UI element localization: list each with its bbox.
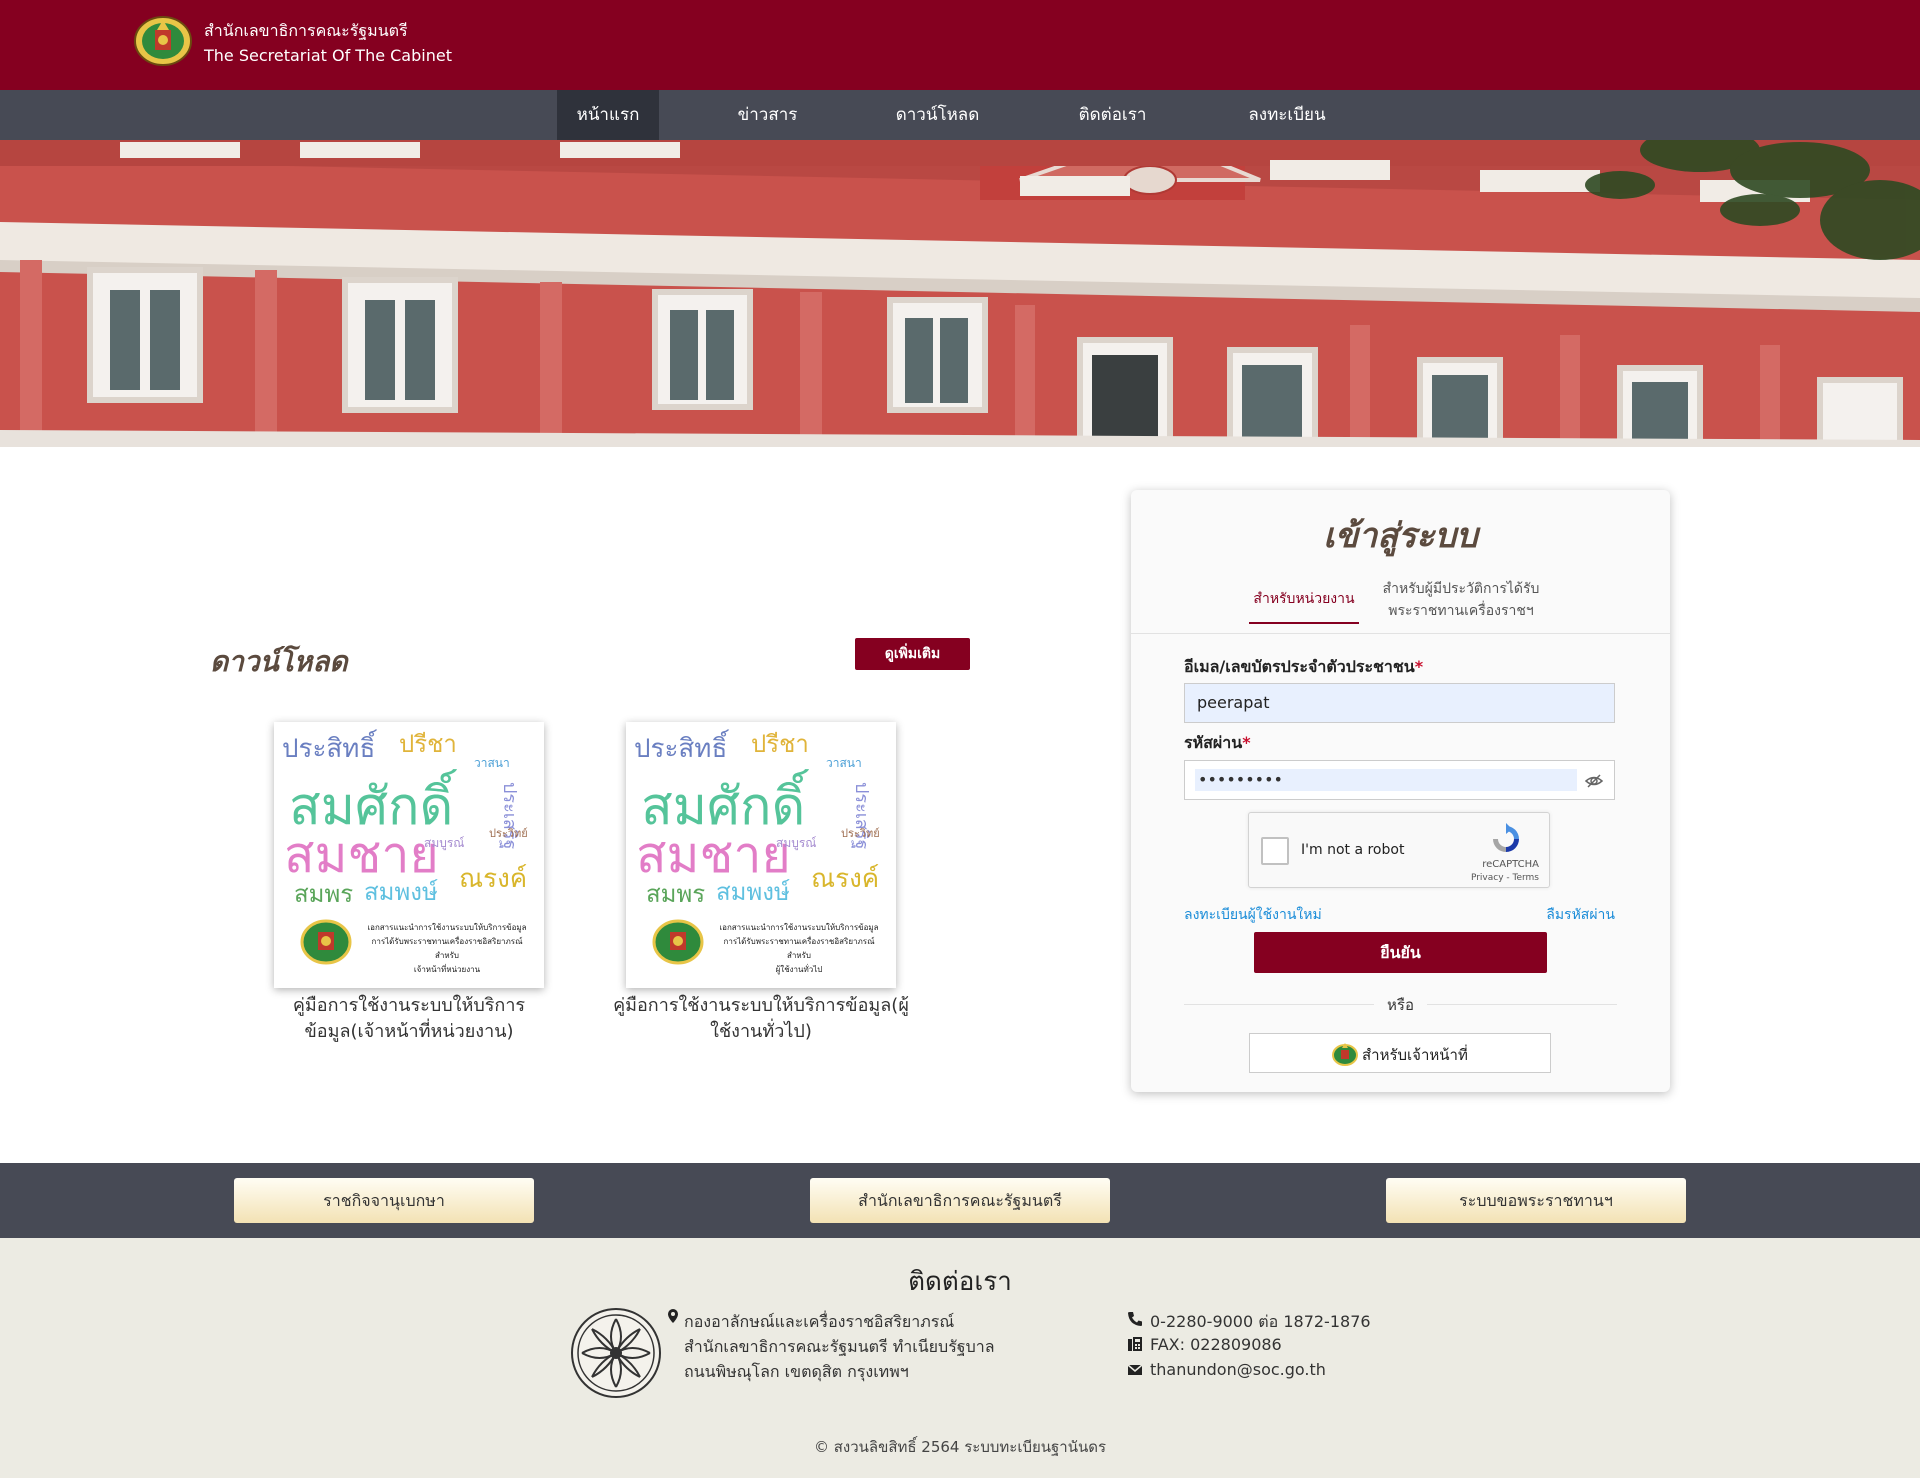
manual-caption-general[interactable]: คู่มือการใช้งานระบบให้บริการข้อมูล(ผู้ใช…: [611, 993, 911, 1045]
wordcloud-word: ปรีชา: [399, 730, 457, 758]
register-link[interactable]: ลงทะเบียนผู้ใช้งานใหม่: [1184, 904, 1322, 926]
email-field[interactable]: peerapat: [1184, 683, 1615, 723]
submit-button[interactable]: ยืนยัน: [1254, 932, 1547, 973]
cover-text-line: เอกสารแนะนำการใช้งานระบบให้บริการข้อมูล: [719, 923, 878, 933]
nav-news[interactable]: ข่าวสาร: [720, 90, 815, 140]
wordcloud-word: วาสนา: [826, 756, 862, 770]
recaptcha-logo-icon: [1493, 823, 1519, 852]
required-mark: *: [1242, 733, 1251, 752]
forgot-password-link[interactable]: ลืมรหัสผ่าน: [1546, 904, 1615, 926]
fax-icon: [1128, 1337, 1142, 1351]
password-field[interactable]: •••••••••: [1195, 769, 1577, 791]
login-title: เข้าสู่ระบบ: [1323, 516, 1478, 556]
tab-divider: [1131, 633, 1670, 634]
wordcloud-word: ประวิทย์: [489, 827, 528, 840]
recaptcha-label: I'm not a robot: [1301, 842, 1405, 858]
wordcloud-word: ปรีชา: [751, 730, 809, 758]
quick-links-bar: ราชกิจจานุเบกษา สำนักเลขาธิการคณะรัฐมนตร…: [0, 1163, 1920, 1238]
cover-text-line: เจ้าหน้าที่หน่วยงาน: [414, 963, 481, 974]
wordcloud-word: สมบูรณ์: [424, 836, 464, 851]
map-pin-icon: [668, 1309, 678, 1323]
quicklink-cabinet-secretariat[interactable]: สำนักเลขาธิการคณะรัฐมนตรี: [810, 1178, 1110, 1223]
cover-text-line: เอกสารแนะนำการใช้งานระบบให้บริการข้อมูล: [367, 923, 526, 933]
wordcloud-word: สมบูรณ์: [776, 836, 816, 851]
top-header: สำนักเลขาธิการคณะรัฐมนตรี The Secretaria…: [0, 0, 1920, 90]
cover-text-line: ผู้ใช้งานทั่วไป: [776, 963, 823, 975]
login-card: เข้าสู่ระบบ สำหรับหน่วยงาน สำหรับผู้มีปร…: [1131, 490, 1670, 1092]
see-more-button[interactable]: ดูเพิ่มเติม: [855, 638, 970, 670]
cabinet-logo[interactable]: [133, 14, 193, 66]
password-field-label: รหัสผ่าน*: [1184, 731, 1251, 756]
address-line-2: สำนักเลขาธิการคณะรัฐมนตรี ทำเนียบรัฐบาล: [684, 1337, 995, 1356]
brand-name-thai: สำนักเลขาธิการคณะรัฐมนตรี: [204, 21, 408, 40]
phone-number[interactable]: 0-2280-9000 ต่อ 1872-1876: [1150, 1310, 1371, 1335]
phone-icon: [1128, 1312, 1142, 1326]
wordcloud-word: สมชาย: [284, 826, 439, 884]
footer: ติดต่อเรา กองอาลักษณ์และเครื่องราชอิสริย…: [0, 1238, 1920, 1478]
wordcloud-word: สมชาย: [636, 826, 791, 884]
cabinet-logo-icon: [1332, 1043, 1358, 1066]
quicklink-royal-request-system[interactable]: ระบบขอพระราชทานฯ: [1386, 1178, 1686, 1223]
wordcloud-word: สมพงษ์: [364, 878, 438, 906]
cover-text-line: การได้รับพระราชทานเครื่องราชอิสริยาภรณ์: [723, 935, 875, 946]
password-field-box[interactable]: •••••••••: [1184, 760, 1615, 800]
downloads-heading: ดาวน์โหลด: [210, 645, 348, 678]
required-mark: *: [1414, 657, 1424, 676]
email-field-label: อีเมล/เลขบัตรประจำตัวประชาชน*: [1184, 655, 1423, 680]
copyright-text: © สงวนลิขสิทธิ์ 2564 ระบบทะเบียนฐานันดร: [813, 1438, 1107, 1456]
nav-register[interactable]: ลงทะเบียน: [1232, 90, 1342, 140]
wordcloud-word: สมพงษ์: [716, 878, 790, 906]
brand-name-english: The Secretariat Of The Cabinet: [204, 46, 452, 65]
address-line-1: กองอาลักษณ์และเครื่องราชอิสริยาภรณ์: [684, 1312, 955, 1331]
envelope-icon: [1127, 1364, 1143, 1375]
nav-contact[interactable]: ติดต่อเรา: [1060, 90, 1165, 140]
wordcloud-word: ประวิทย์: [841, 827, 880, 840]
manual-caption-officer[interactable]: คู่มือการใช้งานระบบให้บริการข้อมูล(เจ้าห…: [259, 993, 559, 1045]
cover-text-line: สำหรับ: [435, 951, 459, 960]
wordcloud-word: ประสิทธิ์: [634, 729, 730, 764]
divider: [1427, 1004, 1617, 1005]
wordcloud-word: สมพร: [646, 880, 705, 908]
quicklink-royal-gazette[interactable]: ราชกิจจานุเบกษา: [234, 1178, 534, 1223]
nav-download[interactable]: ดาวน์โหลด: [880, 90, 995, 140]
hero-banner-building: [0, 140, 1920, 447]
email-label-text: อีเมล/เลขบัตรประจำตัวประชาชน: [1184, 657, 1415, 676]
eye-slash-icon[interactable]: [1584, 771, 1604, 791]
officer-login-label: สำหรับเจ้าหน้าที่: [1362, 1046, 1468, 1064]
wordcloud-word: ณรงค์: [459, 864, 527, 894]
fax-number: FAX: 022809086: [1150, 1335, 1282, 1354]
address-line-3: ถนนพิษณุโลก เขตดุสิต กรุงเทพฯ: [684, 1362, 909, 1381]
or-label: หรือ: [1387, 996, 1414, 1014]
royal-seal-emblem: [571, 1308, 661, 1398]
password-label-text: รหัสผ่าน: [1184, 733, 1243, 752]
contact-heading: ติดต่อเรา: [908, 1267, 1012, 1297]
manual-cover-general[interactable]: ประสิทธิ์ ปรีชา สมศักดิ์ สมชาย สมพร สมพง…: [626, 722, 896, 988]
email-address[interactable]: thanundon@soc.go.th: [1150, 1360, 1326, 1379]
officer-login-button[interactable]: สำหรับเจ้าหน้าที่: [1249, 1033, 1551, 1073]
wordcloud-word: ประสิทธิ์: [282, 729, 378, 764]
cover-text-line: การได้รับพระราชทานเครื่องราชอิสริยาภรณ์: [371, 935, 523, 946]
tab-organization[interactable]: สำหรับหน่วยงาน: [1249, 588, 1359, 624]
main-nav: หน้าแรก ข่าวสาร ดาวน์โหลด ติดต่อเรา ลงทะ…: [0, 90, 1920, 140]
nav-home[interactable]: หน้าแรก: [557, 90, 659, 140]
recaptcha-privacy-terms[interactable]: Privacy - Terms: [1249, 873, 1539, 883]
wordcloud-word: วาสนา: [474, 756, 510, 770]
cover-text-line: สำหรับ: [787, 951, 811, 960]
tab-recipient[interactable]: สำหรับผู้มีประวัติการได้รับพระราชทานเครื…: [1376, 578, 1546, 622]
manual-cover-officer[interactable]: ประสิทธิ์ ปรีชา สมศักดิ์ สมชาย สมพร สมพง…: [274, 722, 544, 988]
recaptcha-widget: I'm not a robot reCAPTCHA Privacy - Term…: [1248, 812, 1550, 888]
wordcloud-word: สมพร: [294, 880, 353, 908]
wordcloud-word: ณรงค์: [811, 864, 879, 894]
recaptcha-brand: reCAPTCHA: [1482, 859, 1539, 870]
